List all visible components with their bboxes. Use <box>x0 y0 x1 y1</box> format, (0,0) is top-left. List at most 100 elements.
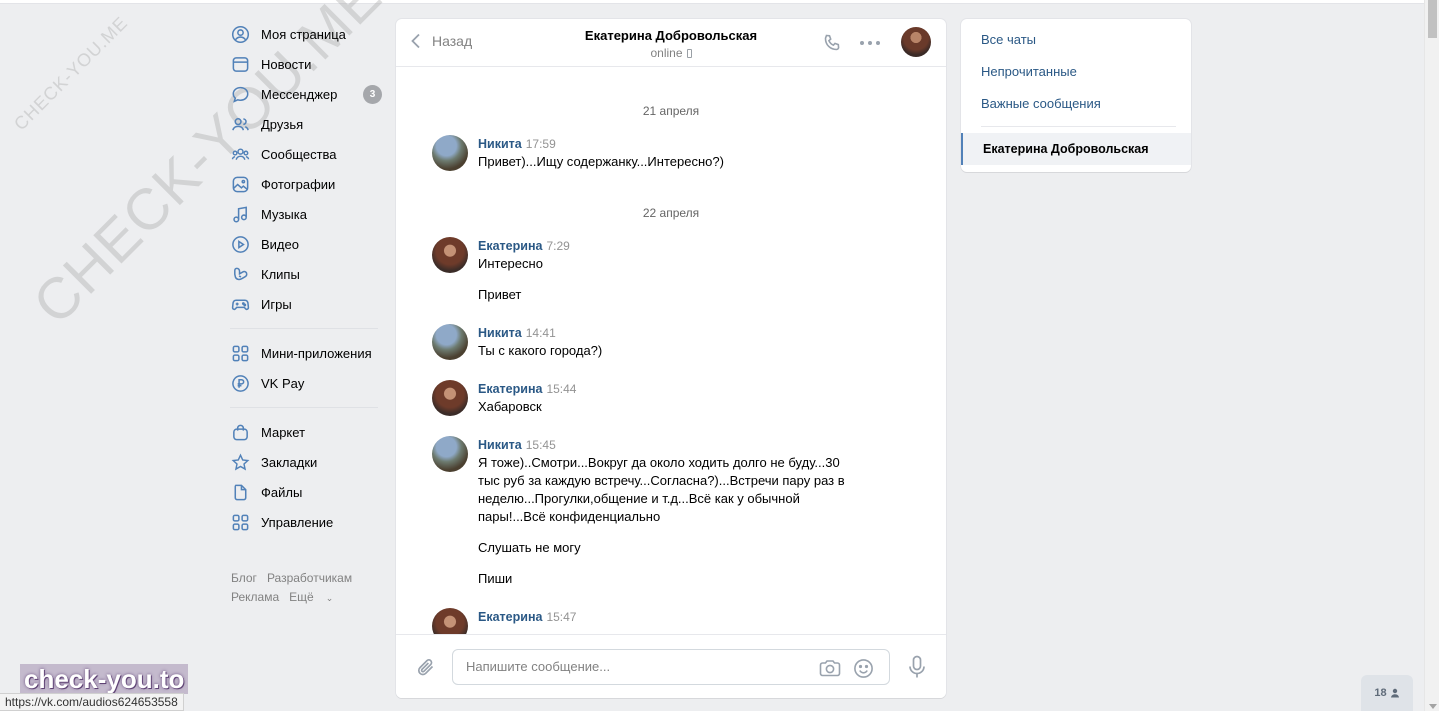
sidebar-item-photos[interactable]: Фотографии <box>230 169 382 199</box>
online-count: 18 <box>1374 687 1387 699</box>
message-item[interactable]: Екатерина 15:44 Хабаровск <box>396 380 946 416</box>
scroll-down-arrow-icon[interactable] <box>1429 704 1437 709</box>
avatar[interactable] <box>432 380 468 416</box>
message-text: Привет)...Ищу содержанку...Интересно?) <box>478 154 724 169</box>
music-note-icon <box>230 204 250 224</box>
sidebar-item-label: Игры <box>261 296 292 312</box>
sidebar-item-my-page[interactable]: Моя страница <box>230 19 382 49</box>
message-item[interactable]: Екатерина 15:47 <box>396 608 946 635</box>
sidebar-item-label: Управление <box>261 514 334 530</box>
sidebar-item-bookmarks[interactable]: Закладки <box>230 447 382 477</box>
filter-important[interactable]: Важные сообщения <box>961 88 1191 120</box>
message-author[interactable]: Никита <box>478 438 522 452</box>
message-author[interactable]: Екатерина <box>478 610 542 624</box>
camera-icon[interactable] <box>819 658 841 678</box>
microphone-icon[interactable] <box>908 655 926 679</box>
sidebar-item-label: Мессенджер <box>261 86 338 102</box>
grid-icon <box>230 343 250 363</box>
avatar[interactable] <box>432 436 468 472</box>
footer-link-blog[interactable]: Блог <box>231 571 257 585</box>
avatar[interactable] <box>432 324 468 360</box>
message-item[interactable]: Никита 17:59 Привет)...Ищу содержанку...И… <box>396 135 946 171</box>
chat-header: Назад Екатерина Добровольская online <box>396 19 946 67</box>
sidebar-item-vk-pay[interactable]: VK Pay <box>230 368 382 398</box>
footer-link-more[interactable]: Ещё ⌄ <box>289 590 343 604</box>
sidebar-item-label: VK Pay <box>261 375 305 391</box>
message-author[interactable]: Никита <box>478 137 522 151</box>
phone-call-icon[interactable] <box>822 33 842 53</box>
message-author[interactable]: Екатерина <box>478 239 542 253</box>
paperclip-icon[interactable] <box>416 657 436 677</box>
grid-icon <box>230 512 250 532</box>
sidebar-item-games[interactable]: Игры <box>230 289 382 319</box>
sidebar-item-label: Клипы <box>261 266 300 282</box>
message-time[interactable]: 15:47 <box>546 610 576 624</box>
sidebar-item-label: Видео <box>261 236 299 252</box>
sidebar-item-mini-apps[interactable]: Мини-приложения <box>230 338 382 368</box>
footer-link-ads[interactable]: Реклама <box>231 590 279 604</box>
message-text: Хабаровск <box>478 399 542 414</box>
communities-icon <box>230 144 250 164</box>
sidebar-item-files[interactable]: Файлы <box>230 477 382 507</box>
more-options-icon[interactable] <box>860 34 880 52</box>
play-circle-icon <box>230 234 250 254</box>
emoji-icon[interactable] <box>853 658 874 679</box>
chat-bubble-icon <box>230 84 250 104</box>
sidebar-item-communities[interactable]: Сообщества <box>230 139 382 169</box>
avatar[interactable] <box>432 135 468 171</box>
watermark-small: CHECK-YOU.ME <box>10 12 132 135</box>
filter-all-chats[interactable]: Все чаты <box>961 24 1191 56</box>
clips-icon <box>230 264 250 284</box>
sidebar-item-clips[interactable]: Клипы <box>230 259 382 289</box>
sidebar-item-friends[interactable]: Друзья <box>230 109 382 139</box>
sidebar-item-music[interactable]: Музыка <box>230 199 382 229</box>
message-text: Привет <box>478 287 522 302</box>
message-author[interactable]: Екатерина <box>478 382 542 396</box>
avatar[interactable] <box>432 237 468 273</box>
message-text: Интересно <box>478 256 543 271</box>
message-input-box[interactable] <box>452 649 890 685</box>
message-item[interactable]: Никита 14:41 Ты с какого города?) <box>396 324 946 360</box>
bag-icon <box>230 422 250 442</box>
sidebar-item-video[interactable]: Видео <box>230 229 382 259</box>
filter-unread[interactable]: Непрочитанные <box>961 56 1191 88</box>
date-separator: 21 апреля <box>642 104 700 118</box>
sidebar-item-label: Музыка <box>261 206 307 222</box>
scrollbar-thumb[interactable] <box>1428 0 1437 38</box>
left-sidebar: Моя страница Новости Мессенджер 3 Друзья… <box>230 19 382 537</box>
top-header-strip <box>0 0 1424 4</box>
person-icon <box>1390 688 1399 698</box>
message-author[interactable]: Никита <box>478 326 522 340</box>
online-friends-button[interactable]: 18 <box>1361 675 1413 711</box>
sidebar-item-management[interactable]: Управление <box>230 507 382 537</box>
brand-watermark: check-you.to <box>20 664 189 694</box>
page-scrollbar[interactable] <box>1424 0 1439 711</box>
sidebar-item-label: Сообщества <box>261 146 337 162</box>
message-text: Пиши <box>478 571 513 586</box>
sidebar-item-label: Маркет <box>261 424 306 440</box>
unread-badge: 3 <box>363 84 382 104</box>
message-text: Ты с какого города?) <box>478 343 603 358</box>
peer-avatar[interactable] <box>901 27 931 57</box>
sidebar-item-label: Новости <box>261 56 312 72</box>
message-item[interactable]: Екатерина 7:29 Интересно Привет <box>396 237 946 304</box>
avatar[interactable] <box>432 608 468 635</box>
browser-status-url: https://vk.com/audios624653558 <box>0 693 184 711</box>
message-time[interactable]: 15:45 <box>526 438 556 452</box>
message-composer <box>396 634 946 698</box>
message-item[interactable]: Никита 15:45 Я тоже)..Смотри...Вокруг да … <box>396 436 946 588</box>
message-time[interactable]: 14:41 <box>526 326 556 340</box>
sidebar-item-label: Друзья <box>261 116 304 132</box>
message-time[interactable]: 15:44 <box>546 382 576 396</box>
sidebar-item-news[interactable]: Новости <box>230 49 382 79</box>
sidebar-item-messenger[interactable]: Мессенджер 3 <box>230 79 382 109</box>
footer-link-developers[interactable]: Разработчикам <box>267 571 352 585</box>
message-input[interactable] <box>466 659 806 674</box>
sidebar-item-market[interactable]: Маркет <box>230 417 382 447</box>
user-circle-icon <box>230 24 250 44</box>
active-chat-item[interactable]: Екатерина Добровольская <box>961 133 1191 165</box>
sidebar-item-label: Мини-приложения <box>261 345 372 361</box>
message-time[interactable]: 7:29 <box>546 239 569 253</box>
sidebar-item-label: Закладки <box>261 454 318 470</box>
message-time[interactable]: 17:59 <box>526 137 556 151</box>
